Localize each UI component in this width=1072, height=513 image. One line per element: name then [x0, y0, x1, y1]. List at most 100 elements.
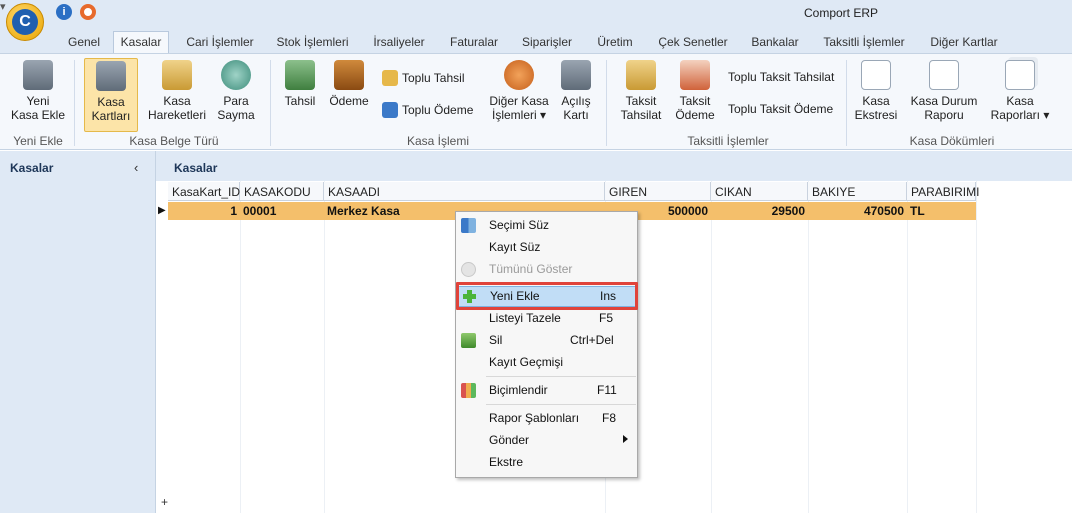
tab-taksitli-islemler[interactable]: Taksitli İşlemler: [816, 32, 912, 53]
menu-item-label: Biçimlendir: [489, 383, 548, 397]
tab-bankalar[interactable]: Bankalar: [744, 32, 806, 53]
toplu-taksit-odeme-button[interactable]: Toplu Taksit Ödeme: [728, 102, 833, 116]
tab-genel[interactable]: Genel: [60, 32, 108, 53]
ribbon-separator: [74, 60, 75, 146]
yeni-kasa-ekle-button[interactable]: Yeni Kasa Ekle: [8, 60, 68, 132]
tab-irsaliyeler[interactable]: İrsaliyeler: [366, 32, 432, 53]
group-label-kasa-belge-turu: Kasa Belge Türü: [129, 134, 219, 148]
column-header-kasaadi[interactable]: KASAADI: [324, 182, 605, 201]
menu-item-secimi-suz[interactable]: Seçimi Süz: [456, 215, 637, 236]
grid-column-line: [976, 181, 977, 513]
para-sayma-label: Para Sayma: [217, 94, 255, 122]
wallet-icon: [334, 60, 364, 90]
ribbon-tabs: Genel Kasalar Cari İşlemler Stok İşlemle…: [0, 27, 1072, 54]
cell-bakiye[interactable]: 470500: [808, 202, 907, 220]
column-header-giren[interactable]: GIREN: [605, 182, 711, 201]
menu-item-kayit-suz[interactable]: Kayıt Süz: [456, 237, 637, 258]
toplu-odeme-button[interactable]: Toplu Ödeme: [382, 102, 473, 118]
menu-item-shortcut: F5: [599, 311, 614, 325]
tab-uretim[interactable]: Üretim: [590, 32, 640, 53]
taksit-odeme-label: Taksit Ödeme: [675, 94, 715, 122]
cell-kasakodu[interactable]: 00001: [240, 202, 324, 220]
kasa-hareketleri-button[interactable]: Kasa Hareketleri: [144, 60, 210, 132]
grid-column-line: [240, 181, 241, 513]
menu-item-ekstre[interactable]: Ekstre: [456, 452, 637, 473]
cell-kasakart-id[interactable]: 1: [168, 202, 240, 220]
highlight-annotation-box: [456, 282, 638, 310]
taksit-tahsilat-button[interactable]: Taksit Tahsilat: [616, 60, 666, 132]
para-sayma-button[interactable]: Para Sayma: [212, 60, 260, 132]
odeme-button[interactable]: Ödeme: [326, 60, 372, 132]
column-header-bakiye[interactable]: BAKIYE: [808, 182, 907, 201]
kasa-raporlari-label: Kasa Raporları ▾: [990, 94, 1050, 122]
cell-cikan[interactable]: 29500: [711, 202, 808, 220]
show-all-icon: [461, 262, 476, 277]
menu-item-label: Seçimi Süz: [489, 218, 550, 232]
group-label-taksitli-islemler: Taksitli İşlemler: [687, 134, 769, 148]
menu-item-label: Ekstre: [489, 455, 524, 469]
copy-documents-icon: [382, 102, 398, 118]
menu-item-sil[interactable]: Sil Ctrl+Del: [456, 330, 637, 351]
taksit-odeme-button[interactable]: Taksit Ödeme: [672, 60, 718, 132]
ribbon-panel: Yeni Kasa Ekle Yeni Ekle Kasa Kartları K…: [0, 53, 1072, 150]
toplu-taksit-tahsilat-button[interactable]: Toplu Taksit Tahsilat: [728, 70, 834, 84]
navigation-panel-title: Kasalar: [10, 161, 54, 175]
help-lifebuoy-icon[interactable]: [80, 4, 96, 20]
menu-item-rapor-sablonlari[interactable]: Rapor Şablonları F8: [456, 408, 637, 429]
menu-item-listeyi-tazele[interactable]: Listeyi Tazele F5: [456, 308, 637, 329]
column-header-cikan[interactable]: CIKAN: [711, 182, 808, 201]
grid-panel-header: Kasalar: [156, 151, 1072, 181]
kasa-kartlari-button[interactable]: Kasa Kartları: [84, 58, 138, 132]
delete-icon: [461, 333, 476, 348]
tab-diger-kartlar[interactable]: Diğer Kartlar: [922, 32, 1006, 53]
coin-stack-icon: [626, 60, 656, 90]
acilis-karti-button[interactable]: Açılış Kartı: [556, 60, 596, 132]
app-logo-button[interactable]: C: [6, 3, 44, 41]
kasa-raporlari-button[interactable]: Kasa Raporları ▾: [988, 60, 1052, 132]
cash-register-add-icon: [23, 60, 53, 90]
navigation-panel: Kasalar ‹: [0, 151, 156, 513]
kasa-ekstresi-button[interactable]: Kasa Ekstresi: [852, 60, 900, 132]
grid-column-line: [808, 181, 809, 513]
grid-column-line: [907, 181, 908, 513]
menu-item-label: Tümünü Göster: [489, 262, 573, 276]
menu-item-shortcut: Ctrl+Del: [570, 333, 614, 347]
diger-kasa-islemleri-label: Diğer Kasa İşlemleri ▾: [489, 94, 549, 122]
menu-item-label: Listeyi Tazele: [489, 311, 561, 325]
kasa-durum-raporu-button[interactable]: Kasa Durum Raporu: [908, 60, 980, 132]
cash-movements-icon: [162, 60, 192, 90]
group-label-kasa-islemi: Kasa İşlemi: [406, 134, 470, 148]
cell-parabirimi[interactable]: TL: [907, 202, 976, 220]
menu-item-label: Kayıt Geçmişi: [489, 355, 564, 369]
tab-stok-islemleri[interactable]: Stok İşlemleri: [270, 32, 355, 53]
tab-kasalar[interactable]: Kasalar: [113, 31, 169, 54]
opening-card-icon: [561, 60, 591, 90]
app-logo-letter: C: [12, 9, 38, 35]
collapse-panel-button[interactable]: ‹: [134, 160, 138, 175]
tab-faturalar[interactable]: Faturalar: [444, 32, 504, 53]
toplu-tahsil-button[interactable]: Toplu Tahsil: [382, 70, 464, 86]
menu-item-kayit-gecmisi[interactable]: Kayıt Geçmişi: [456, 352, 637, 373]
add-row-button[interactable]: +: [161, 495, 168, 509]
ribbon-separator: [846, 60, 847, 146]
coins-icon: [382, 70, 398, 86]
document-icon: [861, 60, 891, 90]
info-icon[interactable]: i: [56, 4, 72, 20]
tahsil-label: Tahsil: [284, 94, 316, 108]
grid-column-line: [711, 181, 712, 513]
grid-column-line: [324, 181, 325, 513]
kasa-ekstresi-label: Kasa Ekstresi: [854, 94, 898, 122]
menu-item-label: Gönder: [489, 433, 530, 447]
column-header-kasakodu[interactable]: KASAKODU: [240, 182, 324, 201]
tab-siparisler[interactable]: Siparişler: [516, 32, 578, 53]
column-header-kasakart-id[interactable]: KasaKart_ID: [168, 182, 240, 201]
tahsil-button[interactable]: Tahsil: [280, 60, 320, 132]
tab-cek-senetler[interactable]: Çek Senetler: [652, 32, 734, 53]
tab-cari-islemler[interactable]: Cari İşlemler: [178, 32, 262, 53]
column-header-parabirimi[interactable]: PARABIRIMI: [907, 182, 979, 201]
other-operations-icon: [504, 60, 534, 90]
menu-item-bicimlendir[interactable]: Biçimlendir F11: [456, 380, 637, 401]
menu-item-gonder[interactable]: Gönder: [456, 430, 637, 451]
menu-item-shortcut: F8: [602, 411, 617, 425]
diger-kasa-islemleri-button[interactable]: Diğer Kasa İşlemleri ▾: [484, 60, 554, 132]
